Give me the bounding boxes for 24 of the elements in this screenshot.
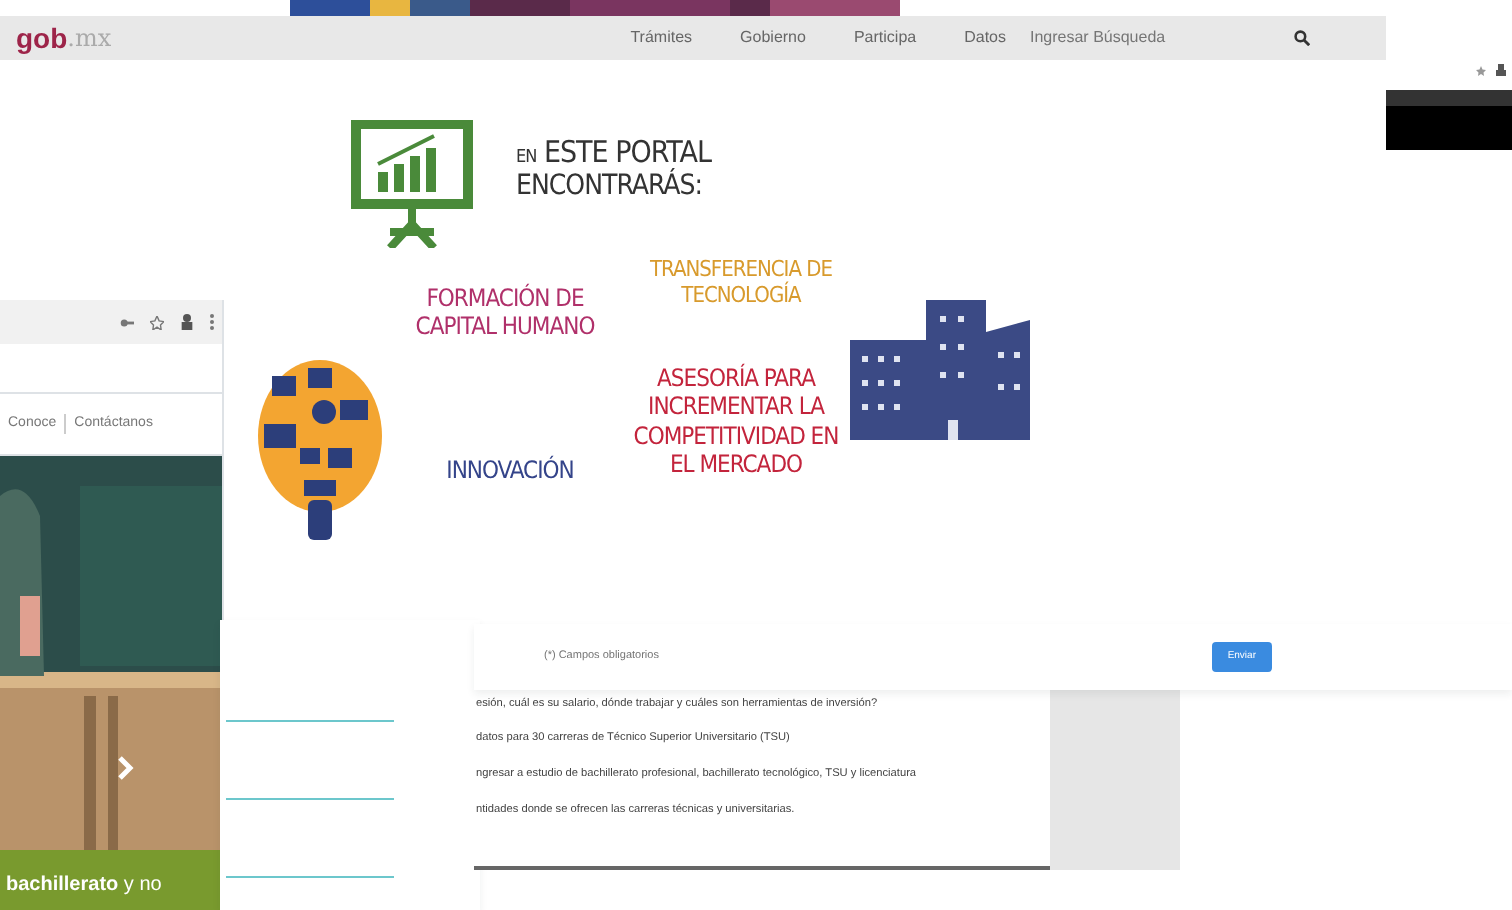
poster-heading: ASESORÍA PARA INCREMENTAR LA COMPETITIVIDAD EN EL MERCADO xyxy=(631,364,841,480)
intro-text: ENCONTRARÁS: xyxy=(516,170,705,204)
intro-prefix: EN xyxy=(516,148,537,168)
star-icon[interactable] xyxy=(1476,65,1486,75)
poster-heading: INNOVACIÓN xyxy=(444,456,576,485)
search-field[interactable]: Ingresar Búsqueda xyxy=(1026,24,1246,52)
star-icon[interactable] xyxy=(150,315,164,329)
devices-bulb-icon xyxy=(256,360,384,544)
poster-heading: FORMACIÓN DE CAPITAL HUMANO xyxy=(413,284,597,342)
logo[interactable]: gob xyxy=(16,17,68,59)
building-icon xyxy=(846,300,1036,440)
key-icon[interactable] xyxy=(120,315,134,329)
chart-board-icon xyxy=(350,120,474,248)
chevron-right-icon[interactable] xyxy=(118,756,134,780)
intro-text: ESTE PORTAL xyxy=(543,134,711,170)
caption-banner: bachillerato y no xyxy=(0,850,222,910)
search-icon[interactable] xyxy=(1294,30,1310,46)
poster-heading: TRANSFERENCIA DE TECNOLOGÍA xyxy=(647,256,834,309)
nav-link[interactable]: Participa xyxy=(853,26,917,50)
toolbar-bar xyxy=(1386,90,1512,150)
nav-link[interactable]: Gobierno xyxy=(740,26,806,50)
nav-link[interactable]: Datos xyxy=(964,26,1006,50)
logo-suffix: .mx xyxy=(67,22,112,56)
nav-link[interactable]: Trámites xyxy=(630,26,693,50)
